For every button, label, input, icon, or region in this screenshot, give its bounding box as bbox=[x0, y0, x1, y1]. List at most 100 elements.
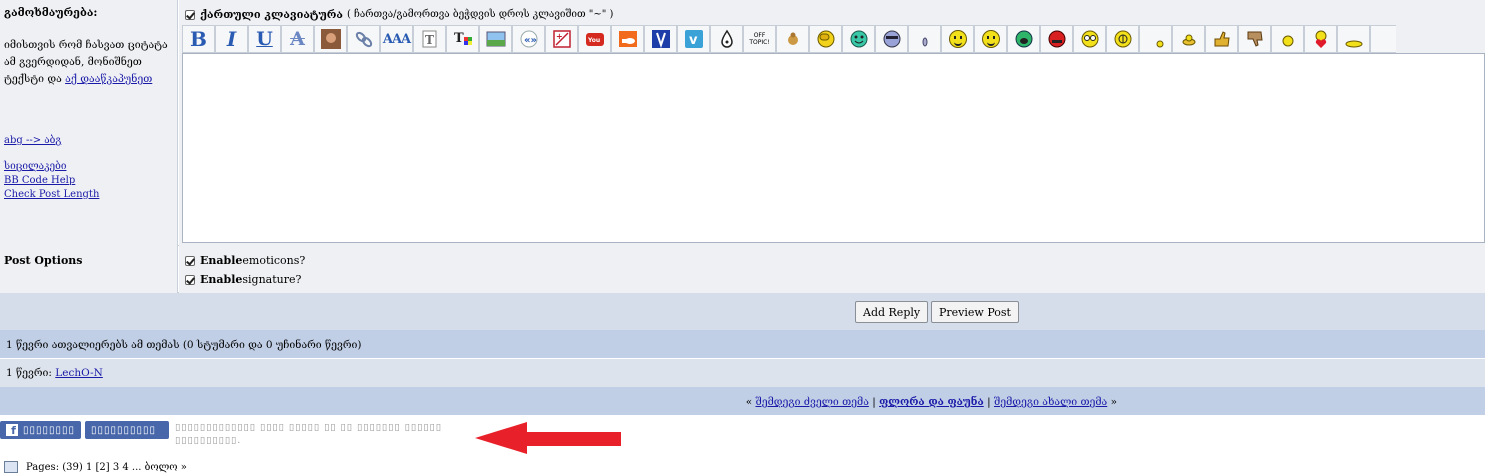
emoticon-11[interactable] bbox=[1106, 25, 1139, 53]
quote-button[interactable]: «» bbox=[512, 25, 545, 53]
font-size-icon: AAA bbox=[382, 31, 411, 47]
add-reply-button[interactable]: Add Reply bbox=[855, 301, 929, 323]
social-bar: f ▯▯▯▯▯▯▯▯ ▯▯▯▯▯▯▯▯▯▯ ▯▯▯▯▯▯▯▯▯▯▯▯▯ ▯▯▯▯… bbox=[0, 415, 1485, 475]
topic-viewers-list: 1 წევრი: LechO-N bbox=[0, 359, 1485, 387]
emoticon-2[interactable] bbox=[809, 25, 842, 53]
svg-text:+: + bbox=[556, 31, 563, 41]
post-options: Post Options Enable emoticons? Enable si… bbox=[0, 246, 1485, 293]
soundcloud-icon bbox=[617, 28, 639, 50]
vimeo-button[interactable]: v bbox=[677, 25, 710, 53]
facepalm-emoticon-icon bbox=[815, 28, 837, 50]
bug-emoticon-icon bbox=[782, 28, 804, 50]
emoticon-13[interactable] bbox=[1172, 25, 1205, 53]
emoticon-12[interactable] bbox=[1139, 25, 1172, 53]
bbcode-toolbar: B I U A AAA T T «» + You v OFF TOPIC! bbox=[182, 25, 1396, 53]
check-length-link[interactable]: Check Post Length bbox=[4, 189, 99, 200]
emoticon-4[interactable] bbox=[875, 25, 908, 53]
georgian-keyboard-label: ქართული კლავიატურა bbox=[200, 8, 343, 21]
insert-image-button[interactable] bbox=[479, 25, 512, 53]
emoticon-15[interactable] bbox=[1238, 25, 1271, 53]
emoticon-14[interactable] bbox=[1205, 25, 1238, 53]
enable-signature-checkbox[interactable] bbox=[185, 274, 195, 285]
bold-icon: B bbox=[190, 27, 207, 51]
offtopic-icon: OFF TOPIC! bbox=[749, 32, 770, 46]
link-button[interactable] bbox=[347, 25, 380, 53]
emoticon-8[interactable] bbox=[1007, 25, 1040, 53]
facebook-icon: f bbox=[6, 424, 18, 436]
quote-link[interactable]: აქ დააწკაპუნეთ bbox=[65, 73, 152, 85]
media-button[interactable] bbox=[644, 25, 677, 53]
facebook-like-button[interactable]: f ▯▯▯▯▯▯▯▯ bbox=[0, 421, 81, 439]
bold-button[interactable]: B bbox=[182, 25, 215, 53]
offtopic-button[interactable]: OFF TOPIC! bbox=[743, 25, 776, 53]
reply-textarea[interactable] bbox=[182, 53, 1485, 243]
emoticon-9[interactable] bbox=[1040, 25, 1073, 53]
photo-icon bbox=[320, 28, 342, 50]
editor-main: ქართული კლავიატურა ( ჩართვა/გამორთვა ბეჭ… bbox=[179, 0, 1485, 246]
youtube-icon: You bbox=[584, 28, 606, 50]
translit-link[interactable]: abg --> აბგ bbox=[4, 135, 61, 146]
underline-button[interactable]: U bbox=[248, 25, 281, 53]
pagination: Pages: (39) 1 [2] 3 4 ... ბოლო » bbox=[4, 461, 187, 473]
color-button[interactable]: T bbox=[446, 25, 479, 53]
italic-icon: I bbox=[226, 27, 237, 51]
soundcloud-button[interactable] bbox=[611, 25, 644, 53]
enable-emoticons-checkbox[interactable] bbox=[185, 255, 195, 266]
angry-red-icon bbox=[1046, 28, 1068, 50]
facebook-share-button[interactable]: ▯▯▯▯▯▯▯▯▯▯ bbox=[85, 421, 169, 439]
member-link[interactable]: LechO-N bbox=[55, 367, 103, 379]
laughing-green-icon bbox=[1013, 28, 1035, 50]
older-topic-link[interactable]: შემდეგი ძველი თემა bbox=[755, 396, 868, 408]
youtube-button[interactable]: You bbox=[578, 25, 611, 53]
reply-editor: გამოხმაურება: იმისთვის რომ ჩასვათ ციტატა… bbox=[0, 0, 1485, 246]
drop-button[interactable] bbox=[710, 25, 743, 53]
topic-navigation: « შემდეგი ძველი თემა | ფლორა და ფაუნა | … bbox=[0, 387, 1485, 415]
post-options-panel: Enable emoticons? Enable signature? bbox=[179, 246, 1485, 293]
italic-button[interactable]: I bbox=[215, 25, 248, 53]
grin-smiley-icon bbox=[980, 28, 1002, 50]
editor-sidebar: გამოხმაურება: იმისთვის რომ ჩასვათ ციტატა… bbox=[0, 0, 178, 246]
strike-button[interactable]: A bbox=[281, 25, 314, 53]
emoticon-3[interactable] bbox=[842, 25, 875, 53]
landscape-image-icon bbox=[485, 28, 507, 50]
bbcode-help-link[interactable]: BB Code Help bbox=[4, 175, 75, 186]
strike-icon: A bbox=[290, 28, 305, 50]
pages-icon bbox=[4, 461, 18, 473]
svg-text:«»: «» bbox=[524, 35, 537, 46]
spoiler-button[interactable]: + bbox=[545, 25, 578, 53]
emoticon-16[interactable] bbox=[1271, 25, 1304, 53]
chain-link-icon bbox=[353, 28, 375, 50]
smiley-icon bbox=[947, 28, 969, 50]
newer-topic-link[interactable]: შემდეგი ახალი თემა bbox=[994, 396, 1107, 408]
emoticon-6[interactable] bbox=[941, 25, 974, 53]
preview-post-button[interactable]: Preview Post bbox=[931, 301, 1019, 323]
spinning-smiley-icon bbox=[1178, 28, 1200, 50]
emoticon-18[interactable] bbox=[1337, 25, 1370, 53]
emoticon-7[interactable] bbox=[974, 25, 1007, 53]
emoticon-17[interactable] bbox=[1304, 25, 1337, 53]
underline-icon: U bbox=[256, 28, 273, 50]
font-face-button[interactable]: T bbox=[413, 25, 446, 53]
smilies-link[interactable]: სიცილაკები bbox=[4, 161, 66, 172]
font-size-button[interactable]: AAA bbox=[380, 25, 413, 53]
glasses-smiley-icon bbox=[1079, 28, 1101, 50]
svg-text:You: You bbox=[587, 37, 600, 44]
drop-icon bbox=[716, 28, 738, 50]
image-button[interactable] bbox=[314, 25, 347, 53]
current-forum-link[interactable]: ფლორა და ფაუნა bbox=[879, 396, 984, 408]
post-options-label: Post Options bbox=[4, 254, 83, 267]
emoticon-19[interactable] bbox=[1370, 25, 1396, 53]
help-links: სიცილაკები BB Code Help Check Post Lengt… bbox=[4, 160, 99, 202]
emoticon-5[interactable] bbox=[908, 25, 941, 53]
georgian-keyboard-checkbox[interactable] bbox=[185, 9, 195, 20]
emoticon-10[interactable] bbox=[1073, 25, 1106, 53]
georgian-keyboard-note: ( ჩართვა/გამორთვა ბეჭდვის დროს კლავიშით … bbox=[346, 9, 614, 20]
font-face-icon: T bbox=[419, 28, 441, 50]
text-color-icon: T bbox=[452, 28, 474, 50]
partial-emoticon-icon bbox=[1373, 28, 1395, 50]
enable-signature-option: Enable signature? bbox=[185, 273, 301, 286]
pagination-text[interactable]: Pages: (39) 1 [2] 3 4 ... ბოლო » bbox=[26, 462, 187, 473]
georgian-keyboard-toggle: ქართული კლავიატურა ( ჩართვა/გამორთვა ბეჭ… bbox=[185, 8, 613, 21]
emoticon-1[interactable] bbox=[776, 25, 809, 53]
svg-text:v: v bbox=[689, 33, 698, 48]
